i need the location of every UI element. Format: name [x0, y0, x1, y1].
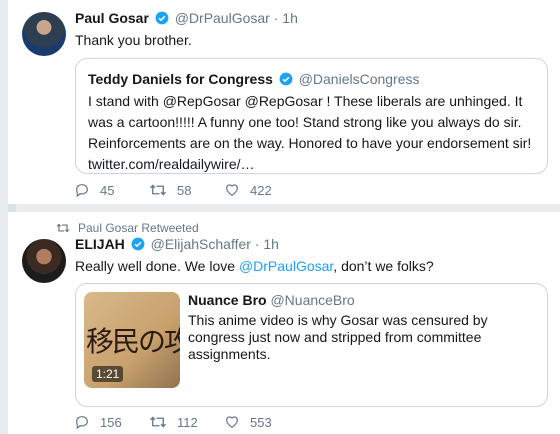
separator-dot: · — [254, 236, 260, 252]
author-handle[interactable]: @DrPaulGosar — [175, 10, 270, 26]
reply-icon — [76, 416, 88, 430]
verified-badge-icon — [131, 237, 145, 251]
tweet-actions: 156 112 553 — [74, 414, 299, 430]
quoted-tweet[interactable]: 移民の攻撃 1:21 Nuance Bro @NuanceBro This an… — [75, 283, 548, 407]
heart-icon — [226, 184, 238, 197]
retweet-button[interactable]: 112 — [149, 414, 224, 430]
quoted-author-handle: @DanielsCongress — [298, 71, 420, 87]
timestamp[interactable]: 1h — [282, 10, 298, 26]
avatar[interactable] — [22, 12, 66, 56]
quoted-tweet-header: Nuance Bro @NuanceBro — [188, 292, 355, 308]
tweet-text: Really well done. We love @DrPaulGosar, … — [75, 256, 434, 276]
author-name[interactable]: ELIJAH — [75, 236, 125, 252]
video-thumbnail[interactable]: 移民の攻撃 1:21 — [84, 292, 180, 388]
quoted-author-name: Nuance Bro — [188, 292, 267, 308]
tweet-header: ELIJAH @ElijahSchaffer · 1h — [75, 236, 279, 252]
retweet-icon — [150, 184, 166, 196]
retweet-icon — [56, 223, 70, 233]
retweeted-by-banner: Paul Gosar Retweeted — [56, 221, 199, 235]
quoted-tweet-header: Teddy Daniels for Congress @DanielsCongr… — [88, 71, 420, 87]
quoted-author-name: Teddy Daniels for Congress — [88, 71, 273, 87]
avatar[interactable] — [22, 239, 66, 283]
author-name[interactable]: Paul Gosar — [75, 10, 149, 26]
timestamp[interactable]: 1h — [263, 236, 279, 252]
retweet-count: 58 — [177, 182, 192, 198]
tweet-actions: 45 58 422 — [74, 182, 299, 198]
quoted-tweet-text: This anime video is why Gosar was censur… — [188, 312, 488, 362]
tweet-card[interactable]: Paul Gosar @DrPaulGosar · 1h Thank you b… — [8, 0, 560, 204]
video-duration: 1:21 — [92, 366, 124, 382]
separator-dot: · — [273, 10, 279, 26]
tweet-text-part: , don’t we folks? — [333, 258, 434, 274]
mention-link[interactable]: @DrPaulGosar — [239, 258, 333, 274]
quoted-tweet-text: I stand with @RepGosar @RepGosar ! These… — [88, 93, 532, 172]
thumbnail-caption: 移民の攻撃 — [86, 325, 180, 358]
verified-badge-icon — [279, 72, 293, 86]
like-count: 422 — [250, 182, 272, 198]
reply-button[interactable]: 156 — [74, 414, 149, 430]
tweet-text: Thank you brother. — [75, 32, 192, 48]
tweet-text-part: Really well done. We love — [75, 258, 239, 274]
heart-icon — [226, 416, 238, 429]
author-handle[interactable]: @ElijahSchaffer — [151, 236, 251, 252]
retweet-icon — [150, 416, 166, 428]
retweeted-by-text[interactable]: Paul Gosar Retweeted — [78, 221, 199, 235]
reply-icon — [76, 184, 88, 198]
quoted-tweet[interactable]: Teddy Daniels for Congress @DanielsCongr… — [75, 58, 548, 174]
retweet-button[interactable]: 58 — [149, 182, 224, 198]
tweet-header: Paul Gosar @DrPaulGosar · 1h — [75, 10, 298, 26]
tweet-card[interactable]: Paul Gosar Retweeted ELIJAH @ElijahSchaf… — [8, 212, 560, 434]
retweet-count: 112 — [177, 414, 198, 430]
like-button[interactable]: 553 — [224, 414, 299, 430]
reply-count: 156 — [100, 414, 122, 430]
like-count: 553 — [250, 414, 272, 430]
like-button[interactable]: 422 — [224, 182, 299, 198]
quoted-author-handle: @NuanceBro — [270, 292, 355, 308]
reply-count: 45 — [100, 182, 115, 198]
verified-badge-icon — [155, 11, 169, 25]
timeline-feed: Paul Gosar @DrPaulGosar · 1h Thank you b… — [8, 0, 560, 434]
reply-button[interactable]: 45 — [74, 182, 149, 198]
